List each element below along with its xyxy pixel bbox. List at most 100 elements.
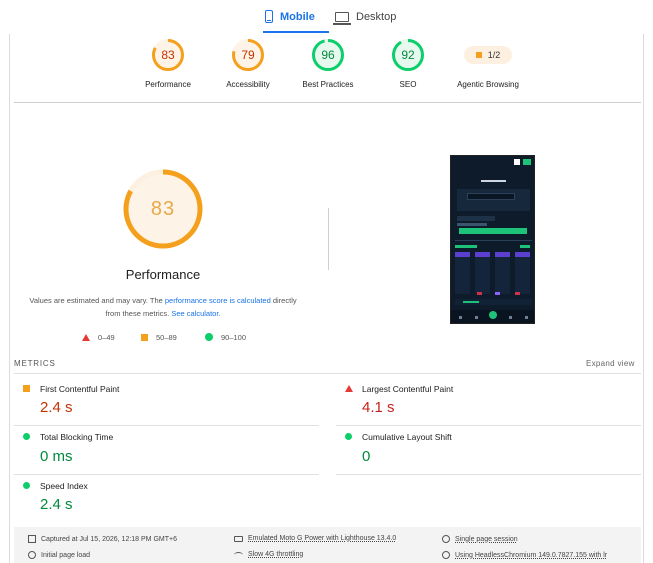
average-square-icon — [141, 333, 148, 341]
legend-average: 50–89 — [141, 331, 177, 343]
single-page-session[interactable]: Single page session — [442, 535, 518, 543]
session-icon — [442, 535, 450, 543]
tbt-label: Total Blocking Time — [40, 432, 114, 442]
tab-desktop-label: Desktop — [356, 10, 397, 23]
performance-note: Values are estimated and may vary. The p… — [28, 294, 298, 320]
thumb-game-card — [475, 252, 490, 294]
metric-divider — [336, 474, 641, 475]
cls-value: 0 — [362, 448, 371, 465]
pass-circle-icon — [23, 482, 30, 489]
thumb-nav-icon — [459, 316, 462, 319]
legend-average-label: 50–89 — [156, 332, 177, 342]
note-text-prefix: Values are estimated and may vary. The — [29, 296, 165, 305]
pass-circle-icon — [345, 433, 352, 440]
metrics-heading: METRICS — [14, 359, 56, 368]
best-practices-score-gauge[interactable]: 96 — [311, 38, 345, 72]
thumb-section-link — [520, 245, 530, 248]
page-screenshot-thumbnail[interactable] — [450, 155, 535, 324]
tab-mobile[interactable]: Mobile — [263, 0, 329, 33]
monitor-icon — [333, 11, 351, 25]
captured-at-text: Captured at Jul 15, 2026, 12:18 PM GMT+6 — [41, 535, 177, 543]
thumb-input — [467, 193, 515, 200]
accessibility-score-gauge[interactable]: 79 — [231, 38, 265, 72]
metric-divider — [336, 425, 641, 426]
initial-page-load: Initial page load — [28, 551, 90, 559]
average-square-icon — [23, 385, 30, 392]
seo-score-gauge[interactable]: 92 — [391, 38, 425, 72]
agentic-browsing-value: 1/2 — [487, 50, 501, 60]
legend-fail-label: 0–49 — [98, 332, 115, 342]
thumb-button — [514, 159, 520, 165]
legend-pass: 90–100 — [205, 331, 246, 343]
legend-fail: 0–49 — [82, 331, 115, 343]
thumb-highlight — [463, 301, 479, 303]
smartphone-icon — [265, 10, 273, 23]
seo-score-value: 92 — [401, 48, 415, 62]
metric-divider — [14, 474, 319, 475]
thumb-field — [457, 216, 495, 221]
device-tabs: Mobile Desktop — [0, 0, 653, 34]
single-page-session-text: Single page session — [455, 535, 518, 543]
performance-title: Performance — [125, 267, 201, 282]
browser-info-text: Using HeadlessChromium 149.0.7827.155 wi… — [455, 551, 608, 559]
wifi-icon — [234, 551, 243, 558]
performance-score-gauge[interactable]: 83 — [151, 38, 185, 72]
calendar-icon — [28, 535, 36, 543]
agentic-browsing-label[interactable]: Agentic Browsing — [438, 80, 538, 89]
fail-triangle-icon — [82, 333, 90, 341]
thumb-nav-center — [489, 311, 497, 319]
score-row-divider — [14, 102, 641, 103]
thumb-game-card — [495, 252, 510, 294]
thumb-primary-button — [459, 228, 527, 234]
tab-desktop[interactable]: Desktop — [333, 0, 405, 33]
see-calculator-link[interactable]: See calculator. — [171, 309, 220, 318]
fcp-label: First Contentful Paint — [40, 384, 120, 394]
metric-divider — [14, 425, 319, 426]
accessibility-score-value: 79 — [241, 48, 255, 62]
lcp-value: 4.1 s — [362, 399, 395, 416]
thumb-badge — [515, 292, 520, 295]
legend-pass-label: 90–100 — [221, 332, 247, 342]
timer-icon — [28, 551, 36, 559]
browser-info[interactable]: Using HeadlessChromium 149.0.7827.155 wi… — [442, 551, 607, 559]
cls-label: Cumulative Layout Shift — [362, 432, 452, 442]
thumb-game-card — [515, 252, 530, 294]
thumb-game-card — [455, 252, 470, 294]
best-practices-score-value: 96 — [321, 48, 335, 62]
thumb-option — [457, 223, 487, 226]
average-square-icon — [475, 52, 482, 58]
fcp-value: 2.4 s — [40, 399, 73, 416]
performance-score-value: 83 — [161, 48, 175, 62]
fail-triangle-icon — [345, 385, 353, 392]
report-frame-left — [9, 34, 10, 563]
performance-main-gauge: 83 — [122, 168, 204, 250]
metrics-divider — [14, 373, 641, 374]
browser-icon — [442, 551, 450, 559]
expand-view-toggle[interactable]: Expand view — [586, 359, 635, 368]
device-icon — [234, 535, 243, 542]
emulated-device-text: Emulated Moto G Power with Lighthouse 13… — [248, 535, 397, 542]
thumb-nav-icon — [475, 316, 478, 319]
speed-index-value: 2.4 s — [40, 496, 73, 513]
agentic-browsing-score[interactable]: 1/2 — [464, 46, 512, 64]
captured-at: Captured at Jul 15, 2026, 12:18 PM GMT+6 — [28, 535, 177, 543]
section-divider — [328, 208, 329, 270]
tab-mobile-label: Mobile — [280, 10, 315, 23]
performance-score-link[interactable]: performance score is calculated — [165, 296, 271, 305]
lcp-label: Largest Contentful Paint — [362, 384, 454, 394]
network-throttling-text: Slow 4G throttling — [248, 551, 304, 558]
active-tab-indicator — [263, 31, 329, 33]
pass-circle-icon — [205, 333, 213, 341]
network-throttling[interactable]: Slow 4G throttling — [234, 551, 303, 558]
pass-circle-icon — [23, 433, 30, 440]
thumb-badge — [477, 292, 482, 295]
thumb-section-header — [455, 245, 477, 248]
report-frame-right — [643, 34, 644, 563]
thumb-badge — [495, 292, 500, 295]
performance-main-score: 83 — [150, 198, 176, 220]
emulated-device[interactable]: Emulated Moto G Power with Lighthouse 13… — [234, 535, 396, 542]
thumb-button — [523, 159, 531, 165]
thumb-title — [481, 180, 506, 182]
thumb-nav-icon — [509, 316, 512, 319]
runtime-settings-footer: Captured at Jul 15, 2026, 12:18 PM GMT+6… — [14, 527, 641, 563]
